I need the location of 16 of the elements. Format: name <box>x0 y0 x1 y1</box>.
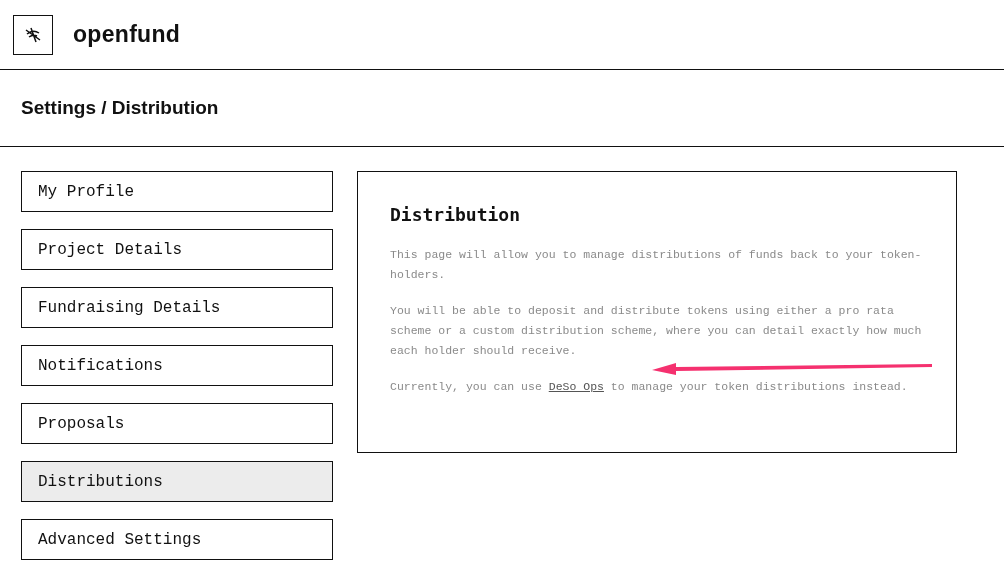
deso-ops-link[interactable]: DeSo Ops <box>548 380 604 393</box>
paragraph: You will be able to deposit and distribute tokens using either a pro rata scheme or a custom distribution scheme, where you can detail exactly how much each holder should receive. <box>390 303 923 359</box>
panel-title: Distribution <box>390 204 522 225</box>
sidebar-item[interactable]: Advanced Settings <box>21 519 333 560</box>
paragraph: This page will allow you to manage distributions of funds back to your token-holders. <box>390 247 923 283</box>
logo-button[interactable] <box>13 14 53 55</box>
brand-name: openfund <box>73 21 181 48</box>
sidebar-item[interactable]: Project Details <box>21 229 333 270</box>
paragraph: Currently, you can use DeSo Ops to manage your token distributions instead. <box>390 379 909 395</box>
sidebar-item[interactable]: Fundraising Details <box>21 287 333 328</box>
breadcrumb: Settings / Distribution <box>21 97 219 119</box>
sidebar-item[interactable]: Proposals <box>21 403 333 444</box>
sidebar-item[interactable]: Notifications <box>21 345 333 386</box>
sidebar-item[interactable]: Distributions <box>21 461 333 502</box>
sidebar-item[interactable]: My Profile <box>21 171 333 212</box>
logo-icon <box>24 25 42 44</box>
